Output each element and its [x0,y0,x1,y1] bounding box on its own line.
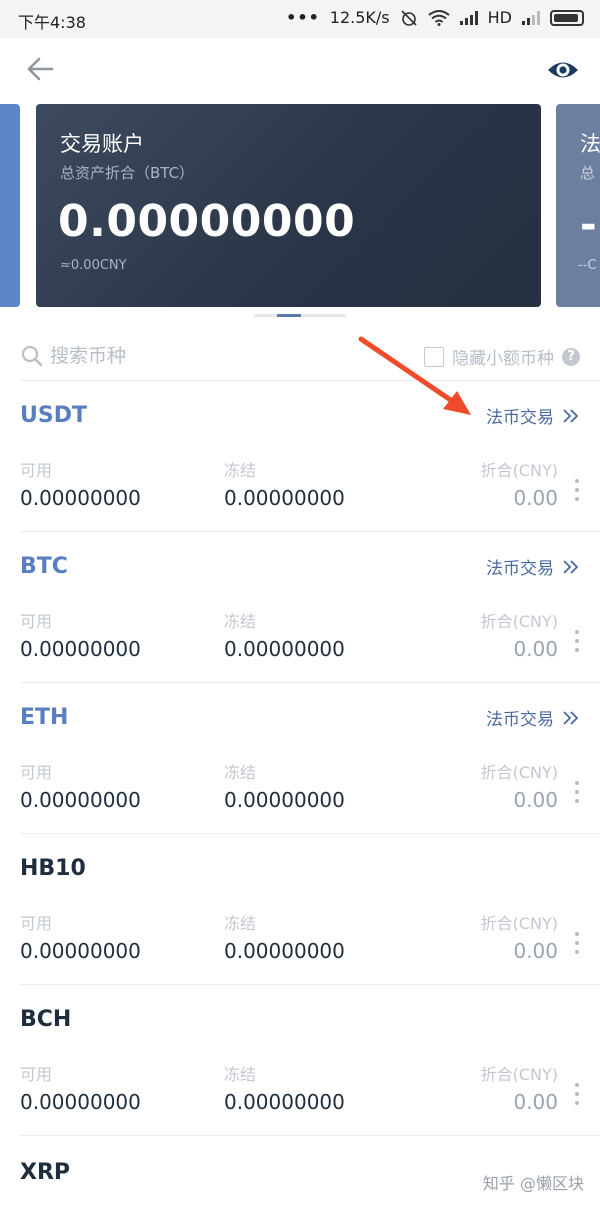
asset-symbol: BCH [20,1007,72,1032]
wifi-icon [428,9,450,26]
next-account-cny: --C [578,258,597,273]
frozen-value: 0.00000000 [224,486,345,510]
asset-row[interactable]: BCH 可用 冻结 折合(CNY) 0.00000000 0.00000000 … [0,985,600,1136]
cny-value: 0.00 [513,637,558,661]
frozen-value: 0.00000000 [224,1090,345,1114]
fiat-trade-link[interactable]: 法币交易 [486,705,580,730]
double-chevron-right-icon [563,710,579,725]
available-label: 可用 [20,612,53,631]
eye-icon[interactable] [546,55,580,85]
cny-label: 折合(CNY) [480,763,558,782]
next-account-balance: - [580,202,597,248]
frozen-label: 冻结 [224,461,257,480]
frozen-label: 冻结 [224,1065,257,1084]
cny-label: 折合(CNY) [480,612,558,631]
account-balance: 0.00000000 [58,196,356,247]
frozen-value: 0.00000000 [224,788,345,812]
alarm-off-icon [401,9,417,26]
asset-row[interactable]: BTC 法币交易 可用 冻结 折合(CNY) 0.00000000 0.0000… [0,532,600,683]
annotation-arrow-icon [358,336,471,415]
available-label: 可用 [20,914,53,933]
frozen-value: 0.00000000 [224,939,345,963]
asset-symbol-partial[interactable]: XRP [20,1160,70,1185]
available-label: 可用 [20,1065,53,1084]
cny-label: 折合(CNY) [480,461,558,480]
frozen-value: 0.00000000 [224,637,345,661]
header [0,38,600,104]
asset-symbol: HB10 [20,856,86,881]
fiat-trade-label: 法币交易 [486,710,554,730]
divider [20,1135,600,1136]
more-vertical-icon[interactable] [572,479,582,509]
search-input[interactable] [50,340,350,372]
fiat-trade-label: 法币交易 [486,559,554,579]
signal-icon [459,10,478,25]
available-label: 可用 [20,461,53,480]
cny-value: 0.00 [513,486,558,510]
trading-account-card[interactable]: 交易账户 总资产折合（BTC） 0.00000000 ≈0.00CNY [36,104,541,307]
available-value: 0.00000000 [20,788,141,812]
cny-label: 折合(CNY) [480,914,558,933]
signal-icon-2 [522,10,540,25]
fiat-trade-link[interactable]: 法币交易 [486,554,580,579]
asset-symbol: USDT [20,403,87,428]
watermark: 知乎 @懒区块 [482,1174,584,1193]
double-chevron-right-icon [563,559,579,574]
available-label: 可用 [20,763,53,782]
available-value: 0.00000000 [20,939,141,963]
asset-row[interactable]: USDT 法币交易 可用 冻结 折合(CNY) 0.00000000 0.000… [0,381,600,532]
next-account-title: 法 [580,132,600,156]
available-value: 0.00000000 [20,637,141,661]
status-icons: ••• 12.5K/s HD [286,8,584,27]
network-speed: 12.5K/s [329,8,390,27]
available-value: 0.00000000 [20,486,141,510]
carousel-indicator [254,314,346,317]
previous-account-card[interactable] [0,104,20,307]
more-vertical-icon[interactable] [572,1083,582,1113]
more-vertical-icon[interactable] [572,932,582,962]
asset-symbol: BTC [20,554,68,579]
status-time: 下午4:38 [18,13,86,32]
frozen-label: 冻结 [224,914,257,933]
cny-value: 0.00 [513,939,558,963]
account-balance-cny: ≈0.00CNY [60,258,127,273]
account-title: 交易账户 [60,132,144,156]
available-value: 0.00000000 [20,1090,141,1114]
status-bar: 下午4:38 ••• 12.5K/s HD [0,0,600,38]
double-chevron-right-icon [563,408,579,423]
fiat-trade-link[interactable]: 法币交易 [486,403,580,428]
asset-symbol: ETH [20,705,69,730]
arrow-left-icon[interactable] [24,52,58,86]
more-dots-icon: ••• [286,8,320,27]
help-icon[interactable]: ? [562,347,580,366]
battery-icon [550,9,584,26]
more-vertical-icon[interactable] [572,781,582,811]
fiat-trade-label: 法币交易 [486,408,554,428]
search-row: 隐藏小额币种 ? [20,334,580,380]
frozen-label: 冻结 [224,763,257,782]
asset-row[interactable]: ETH 法币交易 可用 冻结 折合(CNY) 0.00000000 0.0000… [0,683,600,834]
account-subtitle: 总资产折合（BTC） [60,164,195,182]
network-type: HD [487,8,512,27]
next-account-subtitle: 总 [580,164,596,182]
cny-value: 0.00 [513,1090,558,1114]
asset-row[interactable]: HB10 可用 冻结 折合(CNY) 0.00000000 0.00000000… [0,834,600,985]
cny-value: 0.00 [513,788,558,812]
cny-label: 折合(CNY) [480,1065,558,1084]
search-icon [21,345,43,367]
more-vertical-icon[interactable] [572,630,582,660]
frozen-label: 冻结 [224,612,257,631]
next-account-card[interactable]: 法 总 - --C [556,104,600,307]
